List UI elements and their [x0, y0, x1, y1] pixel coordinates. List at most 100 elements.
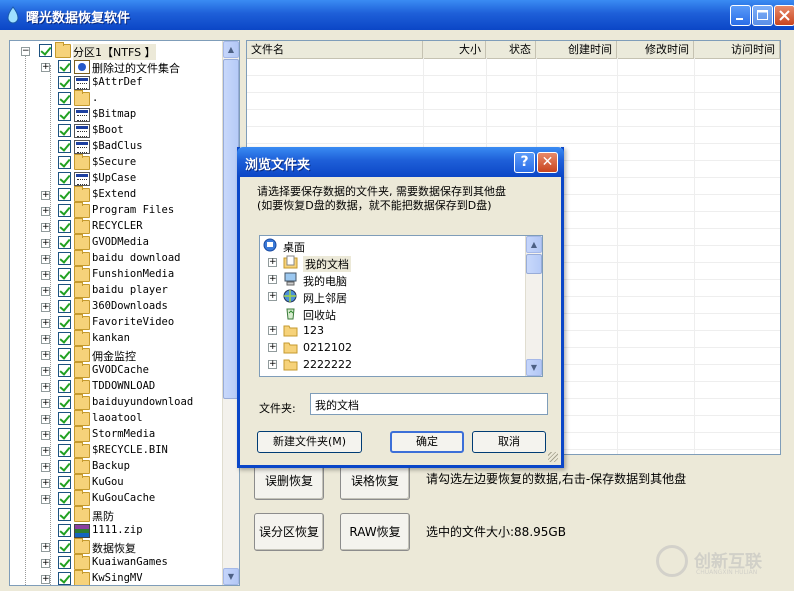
tree-item[interactable]: + KuaiwanGames [10, 554, 230, 571]
tree-checkbox[interactable] [58, 316, 71, 329]
tree-item[interactable]: + 删除过的文件集合 [10, 59, 230, 75]
tree-checkbox[interactable] [58, 236, 71, 249]
tree-item[interactable]: + FunshionMedia [10, 266, 230, 283]
tree-item[interactable]: +360Downloads [10, 298, 230, 315]
tree-item[interactable]: + KuGouCache [10, 490, 230, 507]
expand-icon[interactable]: + [268, 292, 277, 301]
tree-checkbox[interactable] [58, 540, 71, 553]
tree-checkbox[interactable] [58, 380, 71, 393]
tree-item[interactable]: + FavoriteVideo [10, 314, 230, 331]
expand-icon[interactable]: + [41, 447, 50, 456]
scroll-down-button[interactable]: ▼ [223, 568, 239, 585]
tree-checkbox[interactable] [58, 220, 71, 233]
minimize-button[interactable] [730, 5, 751, 26]
tree-checkbox[interactable] [58, 572, 71, 585]
expand-icon[interactable]: + [41, 575, 50, 584]
tree-item[interactable]: $BadClus [10, 139, 230, 155]
raw-recovery-button[interactable]: RAW恢复 [340, 513, 410, 551]
tree-checkbox[interactable] [58, 492, 71, 505]
expand-icon[interactable]: + [41, 255, 50, 264]
column-header-accessed[interactable]: 访问时间 [694, 41, 780, 58]
expand-icon[interactable]: + [41, 207, 50, 216]
window-close-button[interactable] [774, 5, 794, 26]
expand-icon[interactable]: + [41, 223, 50, 232]
expand-icon[interactable]: + [268, 258, 277, 267]
tree-item[interactable]: + RECYCLER [10, 218, 230, 235]
dialog-folder-tree[interactable]: 桌面 + 我的文档 + 我的电脑 + 网上邻居 回收站 +123 +0212102 +2222222… [259, 235, 543, 377]
expand-icon[interactable]: + [41, 399, 50, 408]
ok-button[interactable]: 确定 [390, 431, 464, 453]
tree-checkbox[interactable] [58, 396, 71, 409]
tree-checkbox[interactable] [58, 428, 71, 441]
column-header-created[interactable]: 创建时间 [536, 41, 617, 58]
tree-checkbox[interactable] [58, 92, 71, 105]
collapse-icon[interactable]: − [21, 47, 30, 56]
tree-item[interactable]: + KuGou [10, 474, 230, 491]
dialog-tree-item[interactable]: + 网上邻居 [260, 288, 522, 305]
tree-checkbox[interactable] [58, 76, 71, 89]
tree-checkbox[interactable] [58, 444, 71, 457]
tree-checkbox[interactable] [58, 284, 71, 297]
folder-name-input[interactable]: 我的文档 [310, 393, 548, 415]
expand-icon[interactable]: + [268, 360, 277, 369]
tree-item[interactable]: $Secure [10, 154, 230, 171]
tree-checkbox[interactable] [39, 44, 52, 57]
tree-item[interactable]: + laoatool [10, 410, 230, 427]
tree-item[interactable]: $Boot [10, 123, 230, 139]
tree-item[interactable]: $UpCase [10, 171, 230, 187]
tree-checkbox[interactable] [58, 188, 71, 201]
tree-item[interactable]: $AttrDef [10, 75, 230, 91]
dialog-tree-item[interactable]: + 我的文档 [260, 254, 522, 272]
tree-checkbox[interactable] [58, 60, 71, 73]
tree-item[interactable]: + GVODMedia [10, 234, 230, 251]
column-header-modified[interactable]: 修改时间 [617, 41, 694, 58]
scroll-up-button[interactable]: ▲ [526, 236, 542, 253]
tree-checkbox[interactable] [58, 508, 71, 521]
tree-item[interactable]: + StormMedia [10, 426, 230, 443]
tree-item[interactable]: + baidu download [10, 250, 230, 267]
tree-item[interactable]: 1111.zip [10, 523, 230, 539]
tree-item[interactable]: + Program Files [10, 202, 230, 219]
tree-checkbox[interactable] [58, 108, 71, 121]
expand-icon[interactable]: + [268, 326, 277, 335]
tree-item[interactable]: + kankan [10, 330, 230, 347]
expand-icon[interactable]: + [41, 351, 50, 360]
tree-checkbox[interactable] [58, 300, 71, 313]
dialog-tree-item[interactable]: +123 [260, 322, 522, 339]
tree-item[interactable]: + $Extend [10, 186, 230, 203]
new-folder-button[interactable]: 新建文件夹(M) [257, 431, 362, 453]
column-header-status[interactable]: 状态 [486, 41, 536, 58]
dialog-tree-item[interactable]: +0212102 [260, 339, 522, 356]
partition-tree[interactable]: − 分区1【NTFS 】 + 删除过的文件集合 $AttrDef. $Bitmap $B… [9, 40, 240, 586]
expand-icon[interactable]: + [41, 335, 50, 344]
tree-checkbox[interactable] [58, 460, 71, 473]
expand-icon[interactable]: + [41, 287, 50, 296]
expand-icon[interactable]: + [41, 271, 50, 280]
tree-item[interactable]: + TDDOWNLOAD [10, 378, 230, 395]
expand-icon[interactable]: + [41, 191, 50, 200]
cancel-button[interactable]: 取消 [472, 431, 546, 453]
tree-item[interactable]: . [10, 90, 230, 107]
expand-icon[interactable]: + [41, 367, 50, 376]
expand-icon[interactable]: + [41, 319, 50, 328]
tree-checkbox[interactable] [58, 156, 71, 169]
expand-icon[interactable]: + [41, 495, 50, 504]
tree-checkbox[interactable] [58, 140, 71, 153]
scroll-down-button[interactable]: ▼ [526, 359, 542, 376]
expand-icon[interactable]: + [41, 63, 50, 72]
tree-item[interactable]: + 佣金监控 [10, 346, 230, 363]
tree-checkbox[interactable] [58, 332, 71, 345]
tree-item[interactable]: + baiduyundownload [10, 394, 230, 411]
tree-item[interactable]: + $RECYCLE.BIN [10, 442, 230, 459]
tree-checkbox[interactable] [58, 476, 71, 489]
expand-icon[interactable]: + [41, 543, 50, 552]
expand-icon[interactable]: + [41, 383, 50, 392]
expand-icon[interactable]: + [41, 431, 50, 440]
column-header-name[interactable]: 文件名 [247, 41, 423, 58]
tree-item[interactable]: + KwSingMV [10, 570, 230, 585]
tree-checkbox[interactable] [58, 524, 71, 537]
tree-checkbox[interactable] [58, 364, 71, 377]
tree-item[interactable]: + GVODCache [10, 362, 230, 379]
expand-icon[interactable]: + [268, 275, 277, 284]
expand-icon[interactable]: + [41, 559, 50, 568]
